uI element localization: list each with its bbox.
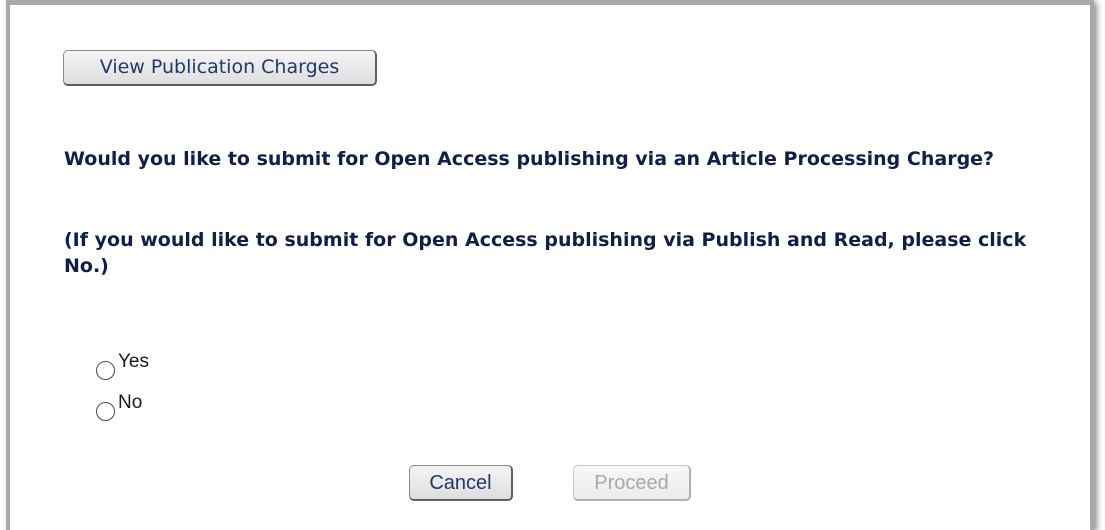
- view-publication-charges-button[interactable]: View Publication Charges: [63, 50, 377, 86]
- publish-and-read-note: (If you would like to submit for Open Ac…: [64, 229, 1027, 277]
- no-radio-button[interactable]: [96, 401, 115, 421]
- option-yes[interactable]: Yes: [96, 351, 149, 380]
- no-label[interactable]: No: [118, 392, 142, 414]
- yes-label[interactable]: Yes: [118, 351, 149, 373]
- yes-radio-button[interactable]: [96, 360, 115, 380]
- open-access-question: Would you like to submit for Open Access…: [64, 148, 995, 170]
- proceed-button[interactable]: Proceed: [573, 465, 691, 501]
- option-no[interactable]: No: [96, 392, 142, 421]
- cancel-button[interactable]: Cancel: [409, 465, 513, 501]
